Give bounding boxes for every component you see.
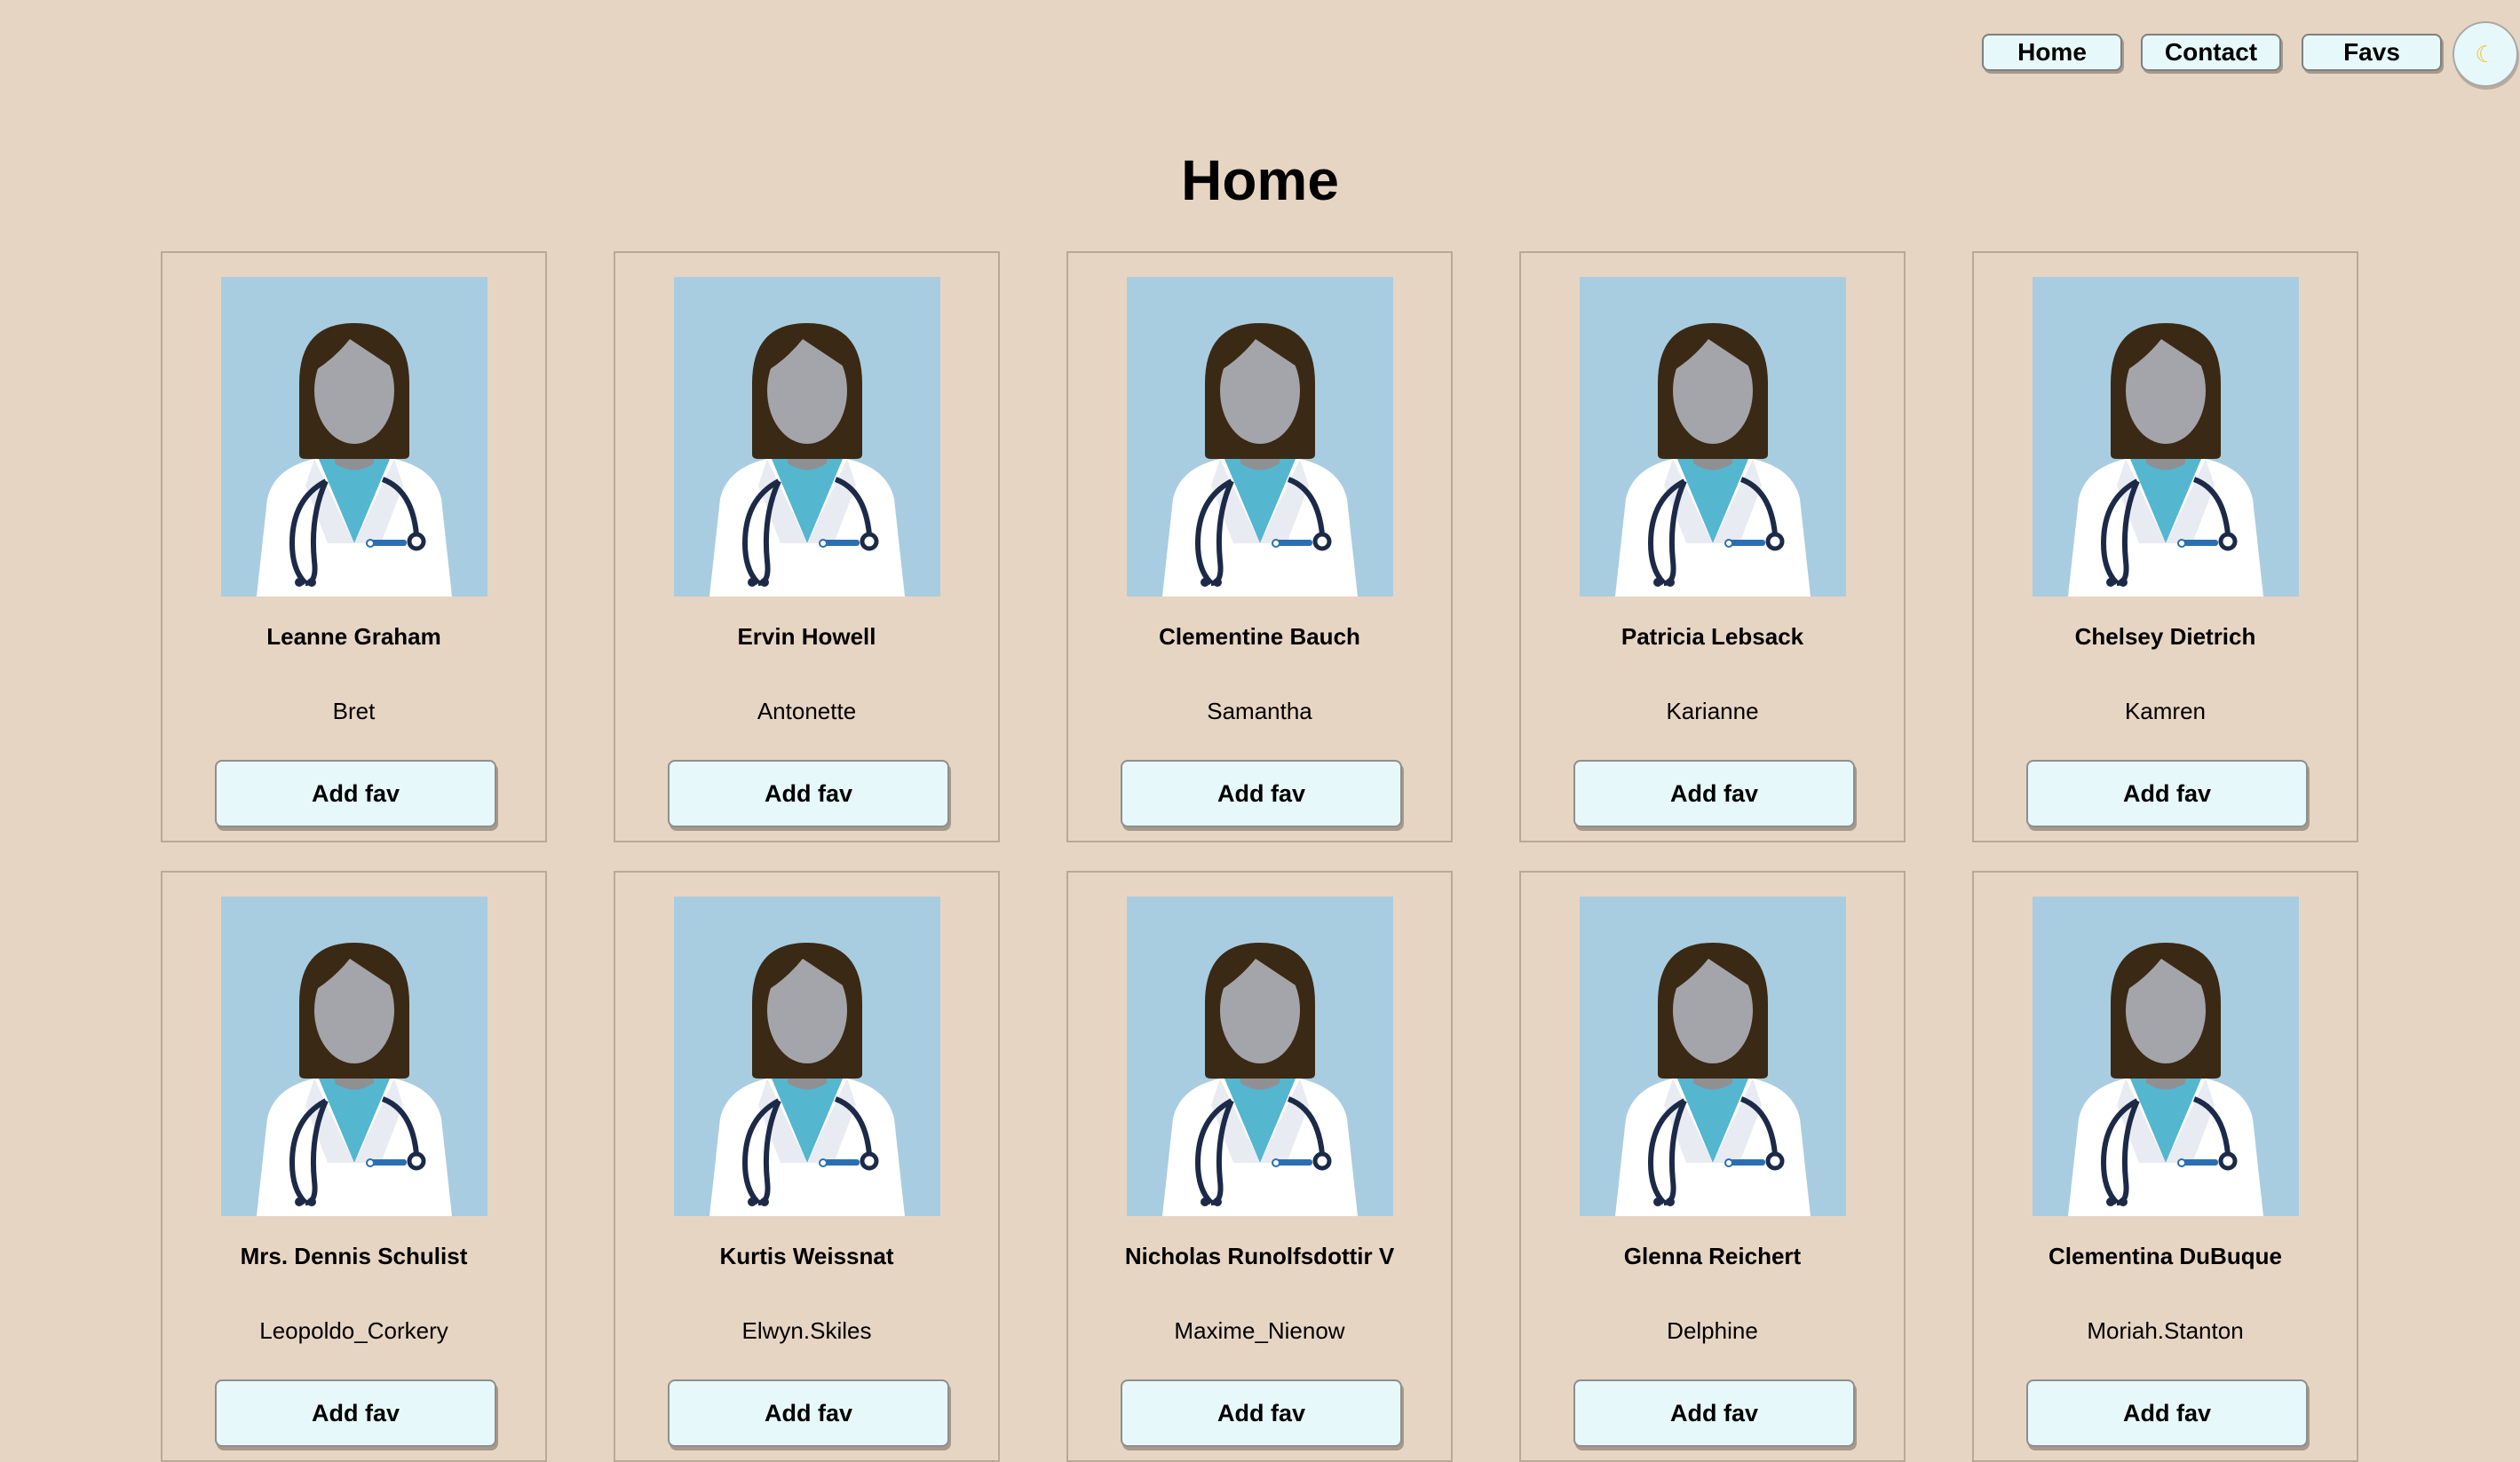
top-nav: Home Contact Favs ☾ xyxy=(0,21,2520,105)
doctor-avatar-image xyxy=(1580,277,1846,597)
add-fav-button[interactable]: Add fav xyxy=(668,1379,949,1447)
user-username: Delphine xyxy=(1667,1317,1758,1344)
add-fav-button[interactable]: Add fav xyxy=(215,760,496,827)
user-username: Antonette xyxy=(757,698,857,724)
add-fav-button[interactable]: Add fav xyxy=(215,1379,496,1447)
add-fav-button[interactable]: Add fav xyxy=(2026,1379,2308,1447)
doctor-avatar-image xyxy=(1127,277,1393,597)
page-title: Home xyxy=(1181,148,1339,212)
user-card: Ervin Howell Antonette Add fav xyxy=(614,251,1000,842)
theme-toggle-button[interactable]: ☾ xyxy=(2453,21,2518,87)
user-name: Kurtis Weissnat xyxy=(719,1243,894,1269)
user-username: Elwyn.Skiles xyxy=(741,1317,872,1344)
add-fav-button[interactable]: Add fav xyxy=(1121,1379,1402,1447)
user-card: Patricia Lebsack Karianne Add fav xyxy=(1519,251,1906,842)
user-card: Kurtis Weissnat Elwyn.Skiles Add fav xyxy=(614,871,1000,1462)
doctor-avatar-image xyxy=(674,897,940,1216)
user-username: Leopoldo_Corkery xyxy=(259,1317,448,1344)
user-username: Bret xyxy=(332,698,376,724)
doctor-avatar-image xyxy=(1127,897,1393,1216)
user-username: Maxime_Nienow xyxy=(1174,1317,1345,1344)
doctor-avatar-image xyxy=(2033,897,2299,1216)
user-name: Mrs. Dennis Schulist xyxy=(240,1243,468,1269)
moon-icon: ☾ xyxy=(2475,40,2496,67)
user-name: Clementine Bauch xyxy=(1159,623,1360,650)
doctor-avatar-image xyxy=(221,277,487,597)
user-name: Clementina DuBuque xyxy=(2048,1243,2282,1269)
user-card: Clementina DuBuque Moriah.Stanton Add fa… xyxy=(1972,871,2358,1462)
doctor-avatar-image xyxy=(2033,277,2299,597)
user-name: Glenna Reichert xyxy=(1623,1243,1802,1269)
user-name: Leanne Graham xyxy=(266,623,441,650)
nav-favs-button[interactable]: Favs xyxy=(2302,34,2442,71)
doctor-avatar-image xyxy=(1580,897,1846,1216)
user-card: Mrs. Dennis Schulist Leopoldo_Corkery Ad… xyxy=(161,871,547,1462)
nav-contact-button[interactable]: Contact xyxy=(2141,34,2281,71)
user-card: Chelsey Dietrich Kamren Add fav xyxy=(1972,251,2358,842)
user-name: Chelsey Dietrich xyxy=(2074,623,2256,650)
nav-home-button[interactable]: Home xyxy=(1982,34,2122,71)
user-card: Clementine Bauch Samantha Add fav xyxy=(1066,251,1453,842)
user-card: Glenna Reichert Delphine Add fav xyxy=(1519,871,1906,1462)
add-fav-button[interactable]: Add fav xyxy=(1573,760,1855,827)
user-name: Nicholas Runolfsdottir V xyxy=(1124,1243,1395,1269)
user-name: Patricia Lebsack xyxy=(1621,623,1804,650)
add-fav-button[interactable]: Add fav xyxy=(2026,760,2308,827)
user-card: Leanne Graham Bret Add fav xyxy=(161,251,547,842)
doctor-avatar-image xyxy=(674,277,940,597)
card-grid: Leanne Graham Bret Add fav Ervin Howell … xyxy=(161,251,2358,1462)
user-username: Kamren xyxy=(2124,698,2207,724)
add-fav-button[interactable]: Add fav xyxy=(668,760,949,827)
user-username: Karianne xyxy=(1666,698,1759,724)
user-card: Nicholas Runolfsdottir V Maxime_Nienow A… xyxy=(1066,871,1453,1462)
add-fav-button[interactable]: Add fav xyxy=(1121,760,1402,827)
user-username: Moriah.Stanton xyxy=(2087,1317,2244,1344)
user-username: Samantha xyxy=(1207,698,1312,724)
user-name: Ervin Howell xyxy=(737,623,876,650)
doctor-avatar-image xyxy=(221,897,487,1216)
add-fav-button[interactable]: Add fav xyxy=(1573,1379,1855,1447)
